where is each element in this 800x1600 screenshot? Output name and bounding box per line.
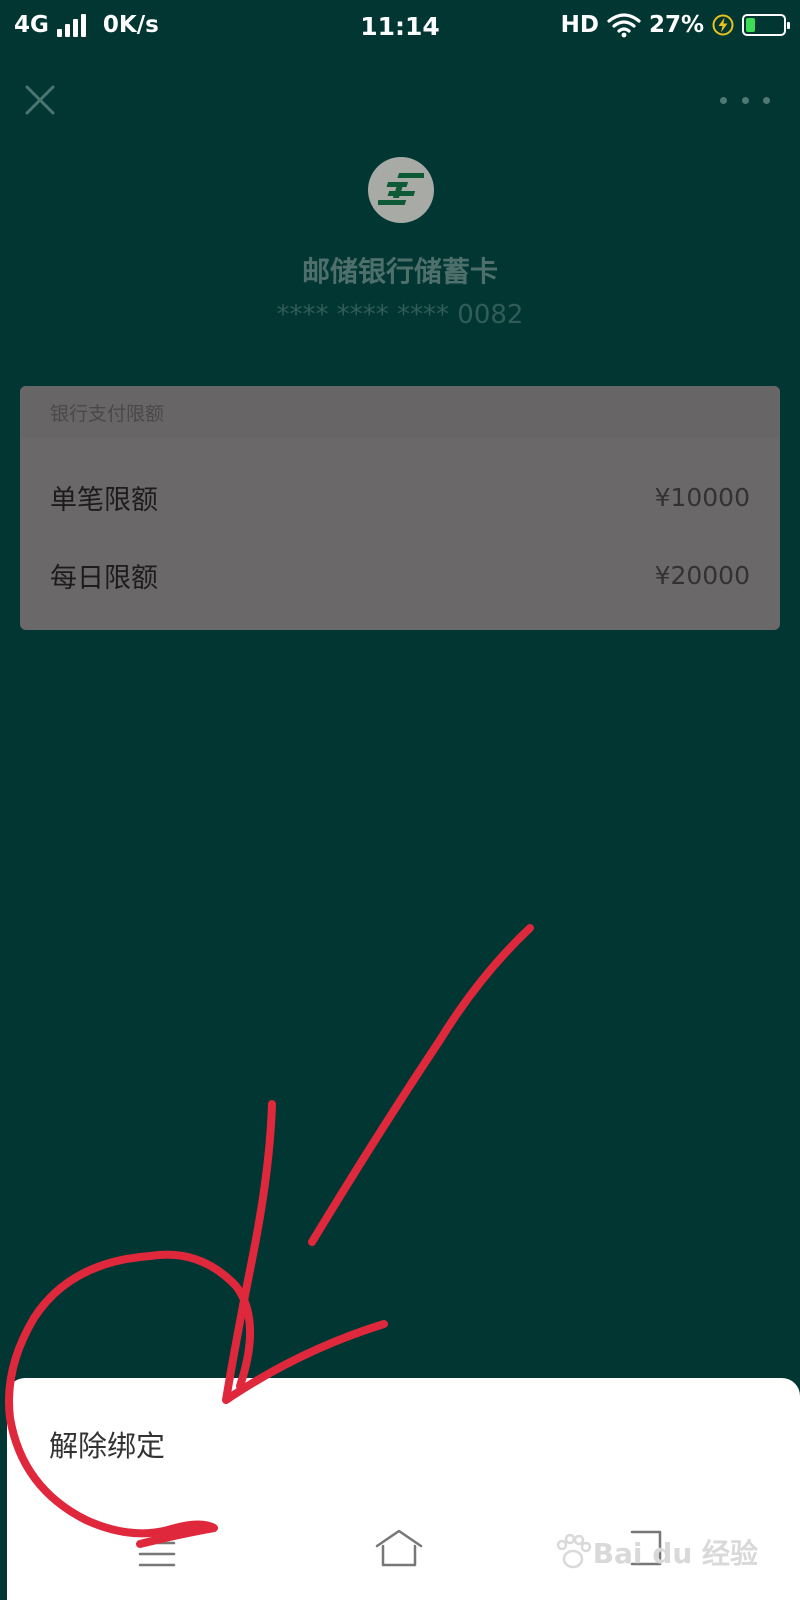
limits-card: 银行支付限额 单笔限额 ¥10000 每日限额 ¥20000: [20, 386, 780, 630]
unbind-button[interactable]: 解除绑定: [49, 1423, 165, 1465]
more-button[interactable]: [720, 90, 770, 110]
menu-icon[interactable]: [138, 1540, 176, 1568]
wifi-icon: [607, 13, 641, 38]
battery-icon: [742, 14, 790, 36]
bank-logo-icon: [368, 157, 434, 223]
limits-header: 银行支付限额: [20, 386, 780, 438]
home-icon[interactable]: [373, 1528, 425, 1568]
limit-label: 每日限额: [50, 563, 158, 594]
red-annotation: [5, 924, 534, 1548]
limits-header-title: 银行支付限额: [50, 403, 165, 425]
watermark: Bai du 经验: [553, 1532, 758, 1572]
more-dot-icon: [763, 96, 770, 104]
limit-value: ¥10000: [654, 483, 750, 512]
card-number: **** **** **** 0082: [276, 300, 524, 330]
limit-value: ¥20000: [654, 561, 750, 590]
limit-row-daily: 每日限额 ¥20000: [50, 556, 750, 595]
bank-name: 邮储银行储蓄卡: [301, 255, 498, 288]
close-icon[interactable]: [22, 82, 58, 118]
status-right: HD 27%: [553, 12, 790, 38]
postal-logo-icon: [378, 173, 424, 205]
battery-percent: 27%: [648, 12, 704, 38]
status-bar: 4G 0K/s 11:14 HD 27%: [0, 0, 800, 56]
battery-level: [746, 18, 756, 32]
limit-row-single: 单笔限额 ¥10000: [50, 478, 750, 517]
more-dot-icon: [741, 96, 749, 104]
watermark-text: Bai du 经验: [592, 1537, 758, 1570]
paw-logo-icon: [556, 1533, 591, 1569]
hd-indicator: HD: [560, 12, 599, 38]
limit-label: 单笔限额: [50, 485, 158, 516]
charging-icon: [712, 14, 734, 36]
more-dot-icon: [720, 96, 727, 104]
